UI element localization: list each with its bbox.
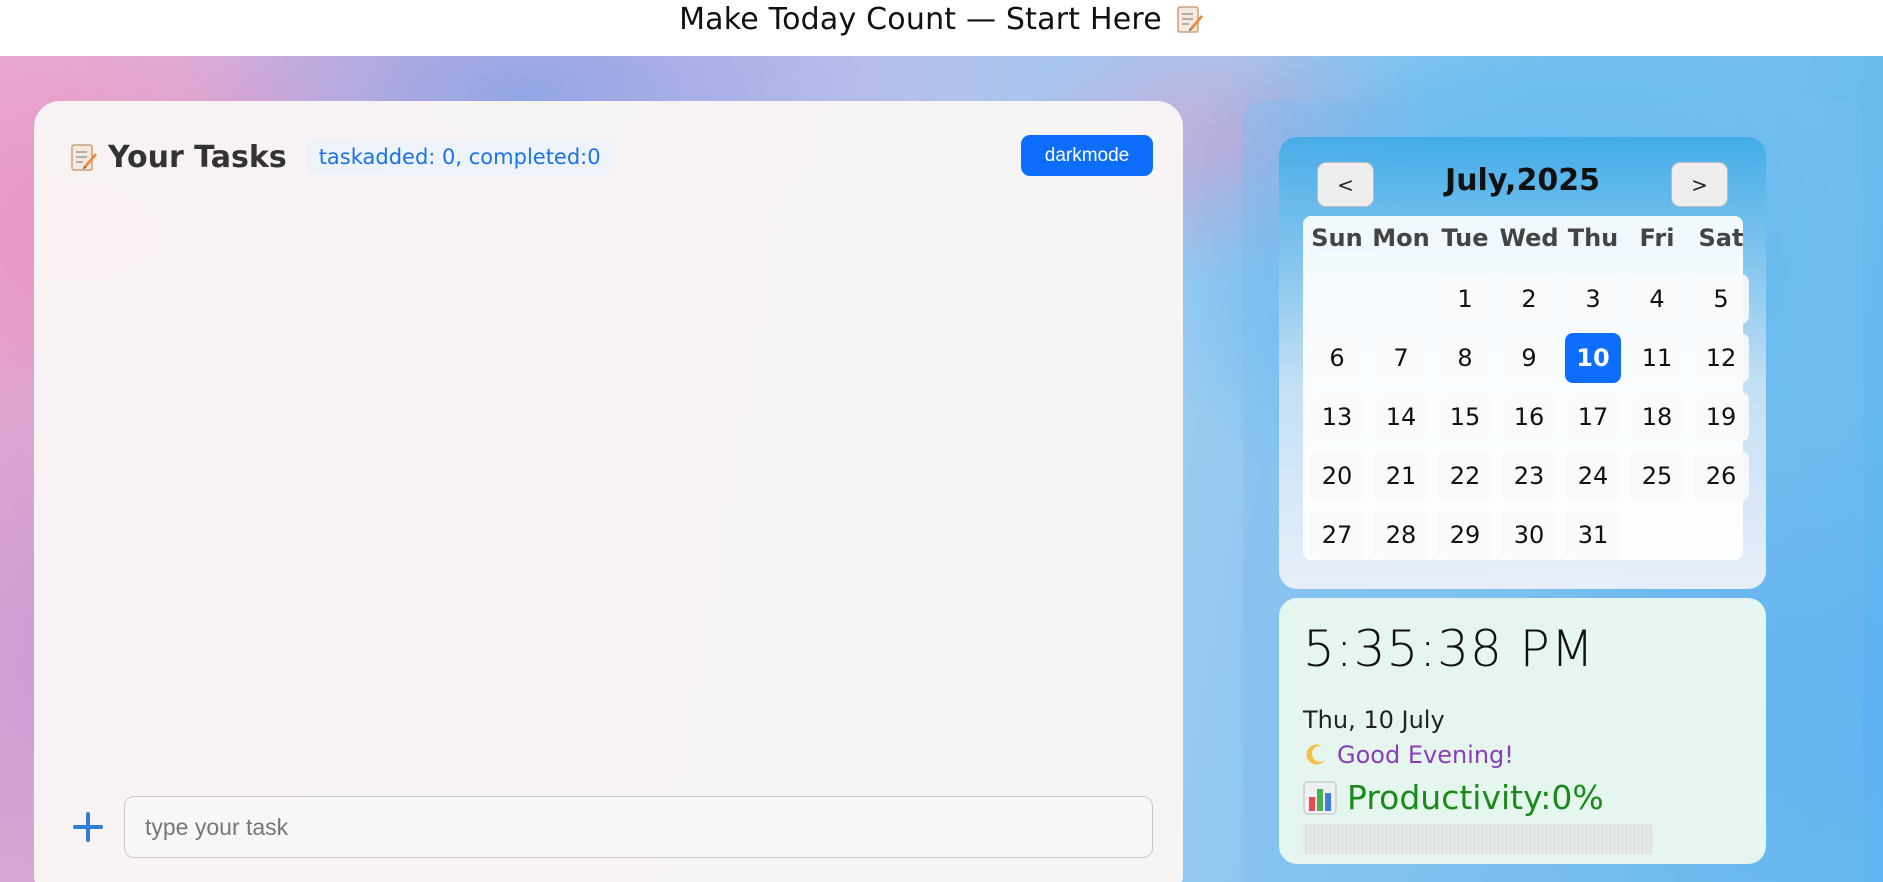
calendar-grid: Sun Mon Tue Wed Thu Fri Sat 1 2 3 4 5 6 7 8 9 10 1…	[1303, 216, 1749, 560]
calendar-day[interactable]: 2	[1501, 274, 1557, 324]
page-title: Make Today Count — Start Here	[679, 1, 1162, 37]
calendar-day[interactable]: 14	[1373, 392, 1429, 442]
darkmode-button[interactable]: darkmode	[1021, 135, 1153, 176]
memo-icon	[70, 142, 98, 172]
greeting-text: Good Evening!	[1337, 741, 1514, 769]
weekday-header: Thu	[1567, 224, 1619, 252]
weekday-header: Tue	[1441, 224, 1489, 252]
tasks-panel: Your Tasks taskadded: 0, completed:0 dar…	[34, 101, 1183, 882]
productivity: Productivity:0%	[1303, 778, 1604, 817]
calendar-day[interactable]: 30	[1501, 510, 1557, 560]
task-counter-badge: taskadded: 0, completed:0	[306, 139, 613, 175]
calendar-day[interactable]: 31	[1565, 510, 1621, 560]
calendar-day[interactable]: 21	[1373, 451, 1429, 501]
greeting: Good Evening!	[1303, 741, 1514, 769]
weekday-header: Wed	[1499, 224, 1559, 252]
calendar-day[interactable]: 29	[1437, 510, 1493, 560]
moon-icon	[1303, 742, 1329, 768]
calendar-day[interactable]: 15	[1437, 392, 1493, 442]
calendar-day[interactable]: 28	[1373, 510, 1429, 560]
weekday-header: Mon	[1372, 224, 1430, 252]
next-month-button[interactable]: >	[1671, 162, 1728, 207]
clock-card: 5:35:38 PM Thu, 10 July Good Evening! Pr…	[1279, 598, 1766, 864]
calendar-day[interactable]: 17	[1565, 392, 1621, 442]
calendar-day[interactable]: 25	[1629, 451, 1685, 501]
plus-icon[interactable]	[68, 807, 108, 847]
weekday-header: Fri	[1639, 224, 1675, 252]
calendar-day[interactable]: 16	[1501, 392, 1557, 442]
productivity-label: Productivity:0%	[1347, 778, 1604, 817]
calendar-day[interactable]: 6	[1309, 333, 1365, 383]
calendar-day[interactable]: 18	[1629, 392, 1685, 442]
calendar-day[interactable]: 19	[1693, 392, 1749, 442]
calendar-day[interactable]: 7	[1373, 333, 1429, 383]
calendar-day[interactable]: 4	[1629, 274, 1685, 324]
productivity-bar	[1303, 824, 1653, 854]
weekday-header: Sat	[1698, 224, 1744, 252]
calendar-day[interactable]: 9	[1501, 333, 1557, 383]
calendar-day-today[interactable]: 10	[1565, 333, 1621, 383]
calendar-day[interactable]: 24	[1565, 451, 1621, 501]
calendar-day[interactable]: 27	[1309, 510, 1365, 560]
calendar-day[interactable]: 3	[1565, 274, 1621, 324]
calendar-day[interactable]: 12	[1693, 333, 1749, 383]
calendar-day[interactable]: 8	[1437, 333, 1493, 383]
clock-time: 5:35:38 PM	[1303, 620, 1595, 678]
calendar-day[interactable]: 22	[1437, 451, 1493, 501]
calendar-day[interactable]: 13	[1309, 392, 1365, 442]
calendar-day[interactable]: 23	[1501, 451, 1557, 501]
clock-date: Thu, 10 July	[1303, 706, 1445, 734]
calendar-day[interactable]: 11	[1629, 333, 1685, 383]
bar-chart-icon	[1303, 781, 1337, 815]
calendar-card: < July,2025 > Sun Mon Tue Wed Thu Fri Sa…	[1279, 137, 1766, 589]
task-input[interactable]	[124, 796, 1153, 858]
weekday-header: Sun	[1311, 224, 1363, 252]
calendar-day[interactable]: 26	[1693, 451, 1749, 501]
calendar-day[interactable]: 5	[1693, 274, 1749, 324]
calendar-day[interactable]: 1	[1437, 274, 1493, 324]
tasks-title: Your Tasks	[108, 139, 287, 175]
top-header: Make Today Count — Start Here	[0, 0, 1883, 56]
memo-icon	[1176, 4, 1204, 34]
tasks-header: Your Tasks taskadded: 0, completed:0	[70, 137, 613, 177]
calendar-day[interactable]: 20	[1309, 451, 1365, 501]
